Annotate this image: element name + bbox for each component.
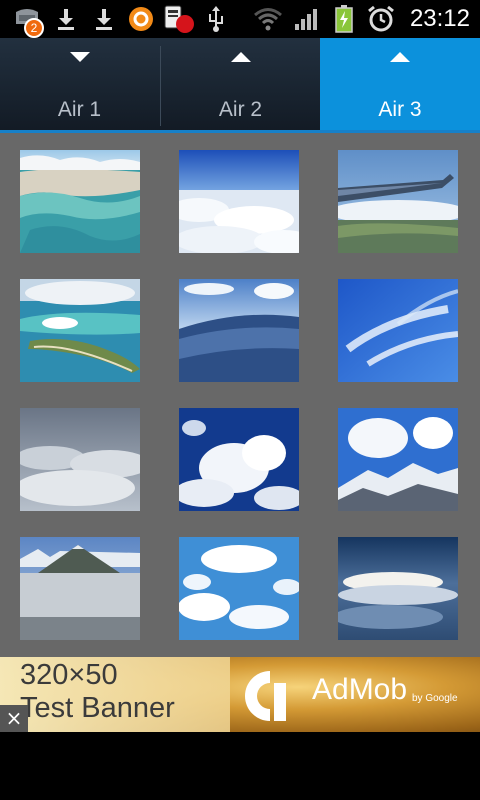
admob-brand-text: AdMob [312, 673, 408, 706]
clock-time: 23:12 [409, 5, 470, 32]
thumbnail-wispy-cirrus[interactable] [338, 279, 458, 382]
battery-charging-icon [332, 4, 356, 34]
admob-by-google-text: by Google [412, 693, 458, 704]
download-icon [54, 4, 78, 34]
tab-label: Air 3 [378, 98, 422, 121]
chevron-up-icon [390, 52, 410, 62]
thumbnail-cumulus-deep-blue[interactable] [179, 408, 299, 511]
tab-label: Air 1 [57, 98, 102, 121]
tab-air-3[interactable]: Air 3 [320, 38, 480, 130]
thumbnail-airplane-wing[interactable] [338, 150, 458, 253]
tab-label: Air 2 [218, 98, 263, 121]
usb-icon [205, 4, 227, 34]
thumbnail-horizon-above-clouds[interactable] [179, 279, 299, 382]
chevron-down-icon [69, 52, 90, 62]
download-icon [92, 4, 116, 34]
thumbnail-volcano-above-fog[interactable] [20, 537, 140, 640]
ad-size-text: 320×50 [20, 659, 118, 691]
thumbnail-snowy-mountains[interactable] [338, 408, 458, 511]
status-bar: 2 23:12 [0, 0, 480, 38]
thumbnail-scattered-cumulus[interactable] [179, 537, 299, 640]
admob-logo-icon [240, 667, 300, 729]
tab-air-1[interactable]: Air 1 [0, 38, 159, 130]
thumbnail-sea-of-clouds[interactable] [179, 150, 299, 253]
tab-air-2[interactable]: Air 2 [161, 38, 320, 130]
ad-banner[interactable]: 320×50 Test Banner AdMob by Google [0, 657, 480, 732]
card-app-icon [163, 4, 197, 34]
ad-close-button[interactable]: × [0, 705, 28, 732]
ad-test-text: Test Banner [20, 692, 175, 724]
avast-icon [127, 4, 155, 34]
thumbnail-grey-cloud-layer[interactable] [20, 408, 140, 511]
alarm-icon [366, 4, 396, 34]
thumbnail-sunlit-cloudscape[interactable] [338, 537, 458, 640]
chevron-up-icon [230, 52, 251, 62]
tab-bar: Air 1 Air 2 Air 3 [0, 38, 480, 133]
image-grid [0, 133, 480, 657]
wifi-icon [252, 4, 284, 34]
thumbnail-island-aerial[interactable] [20, 279, 140, 382]
thumbnail-coastal-lagoon[interactable] [20, 150, 140, 253]
signal-icon [293, 4, 321, 34]
notification-count-badge: 2 [24, 18, 44, 38]
